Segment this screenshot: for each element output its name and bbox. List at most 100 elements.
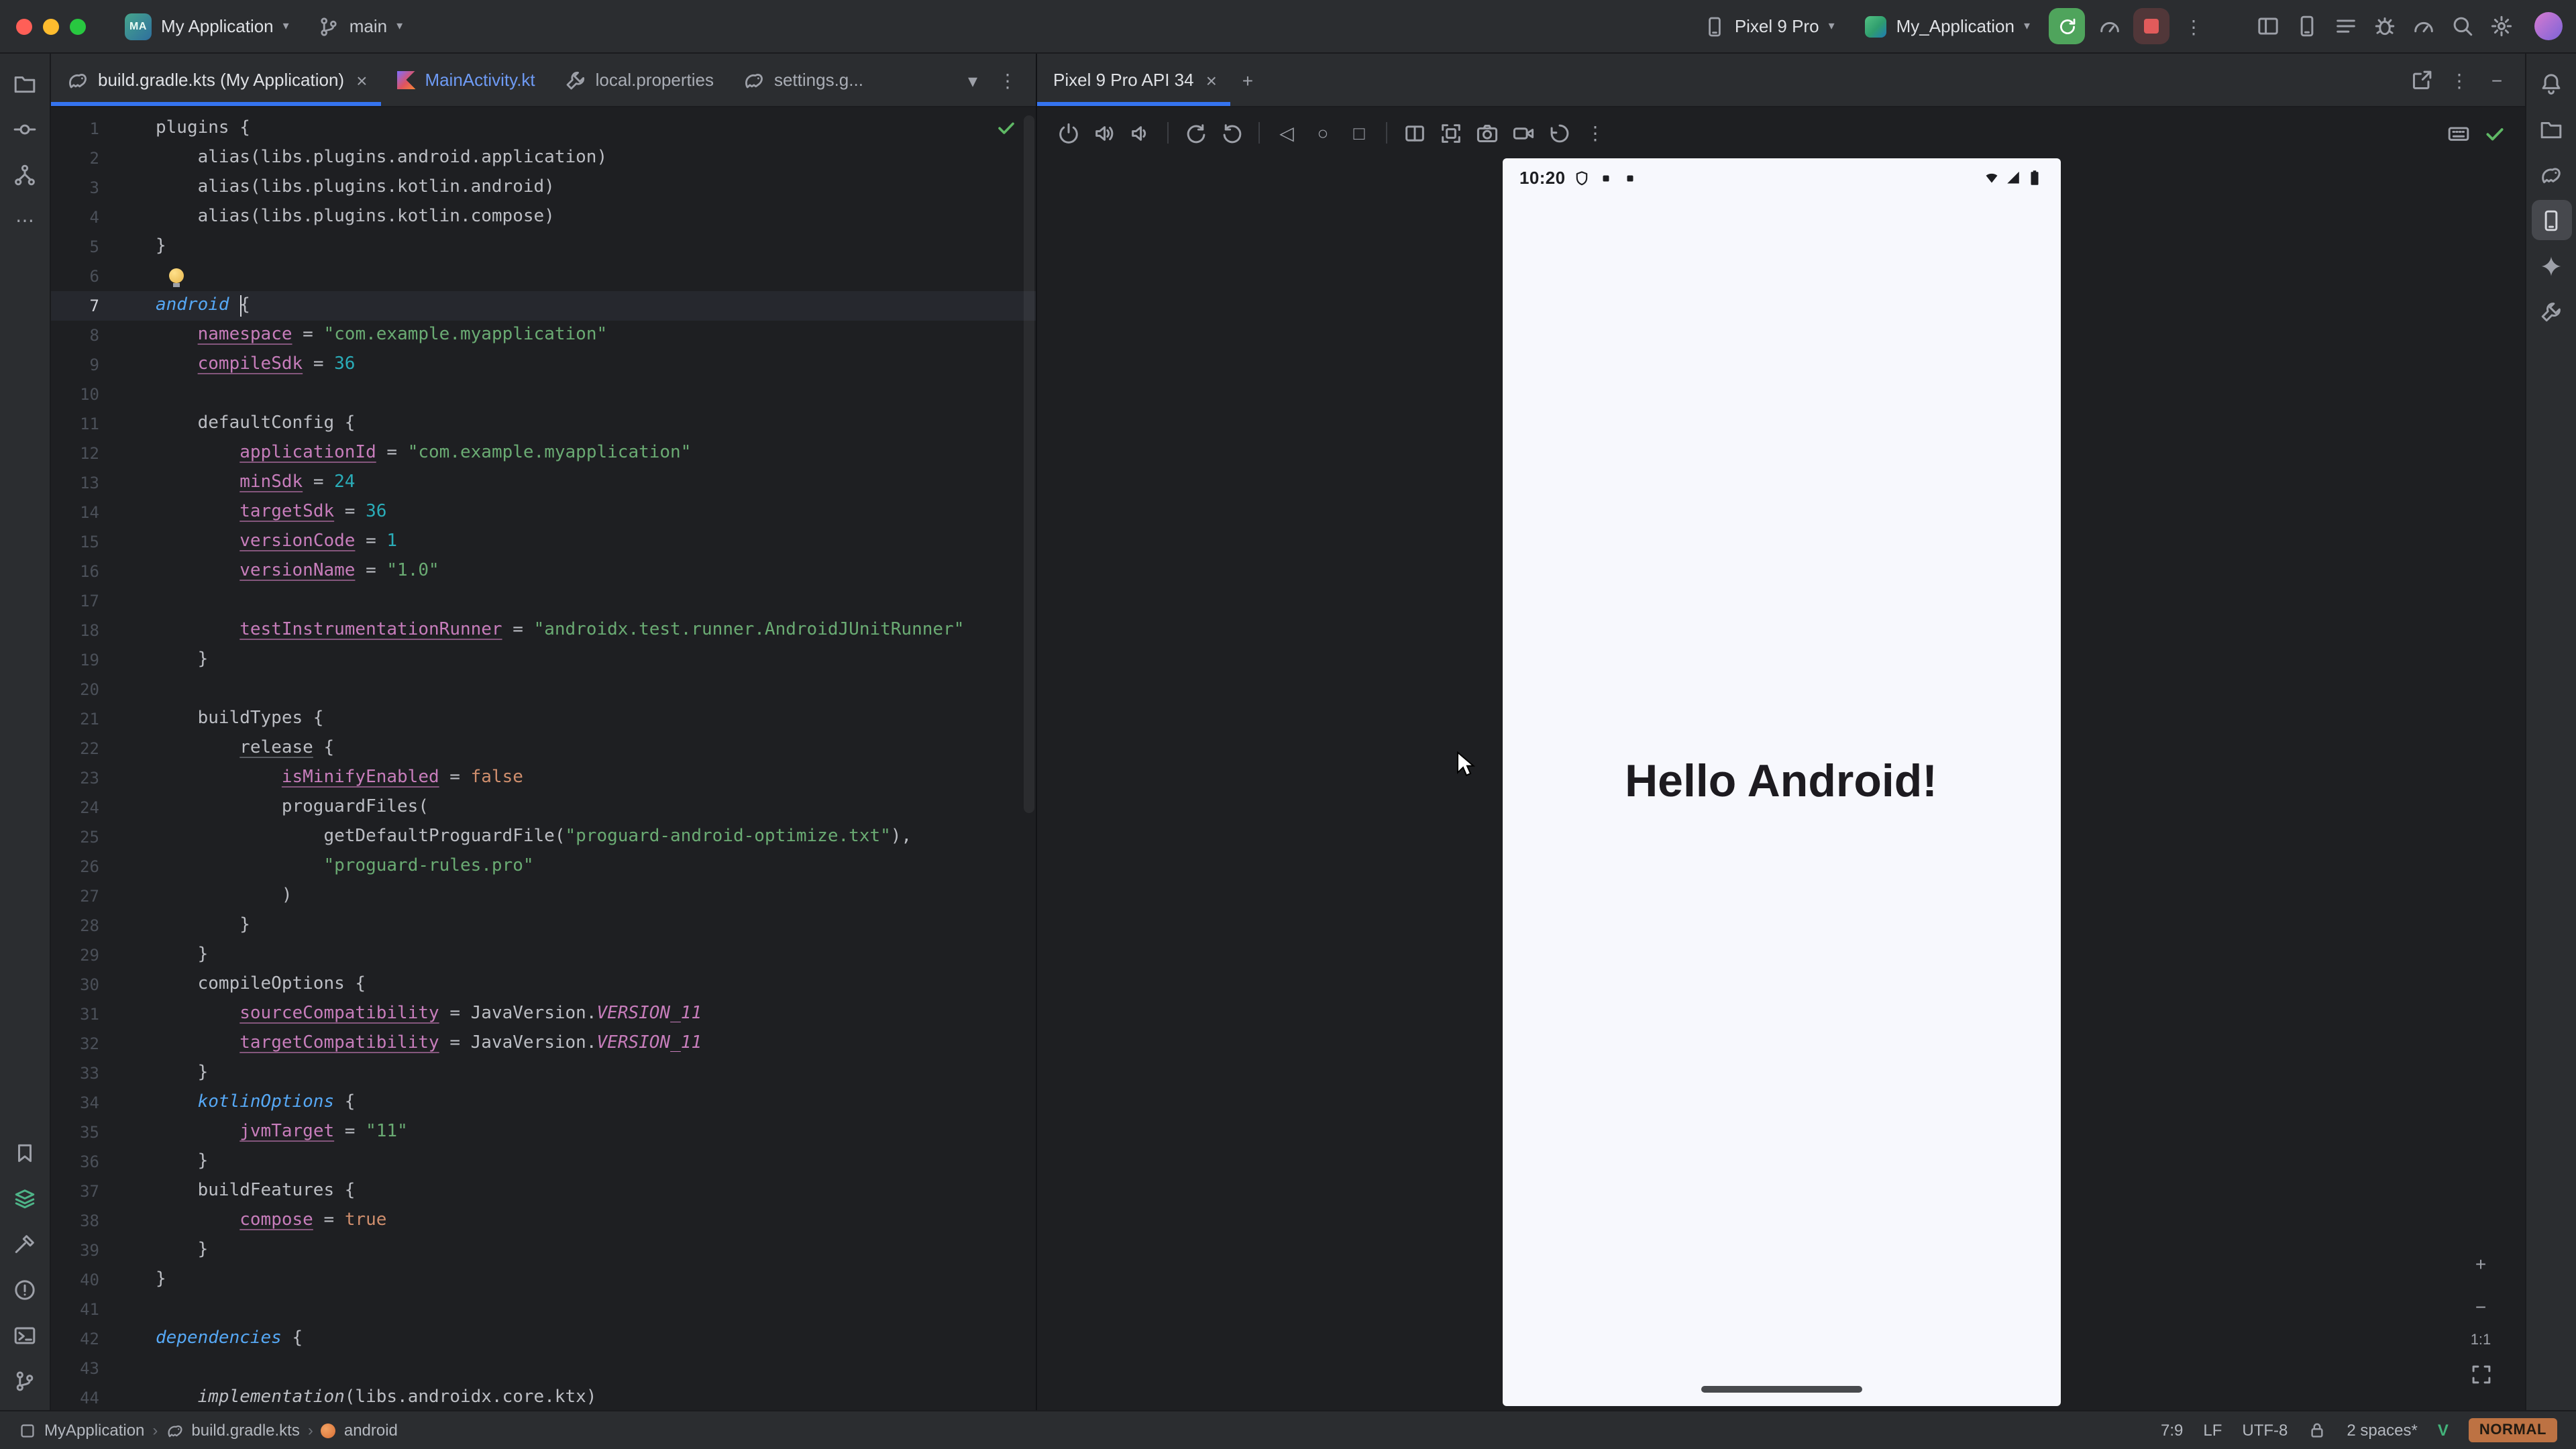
open-in-window-icon[interactable] xyxy=(2404,62,2439,97)
code-line[interactable]: 5} xyxy=(51,232,1036,262)
gesture-pill[interactable] xyxy=(1701,1386,1862,1393)
zoom-out-icon[interactable]: − xyxy=(2463,1289,2498,1324)
code-line[interactable]: 32 targetCompatibility = JavaVersion.VER… xyxy=(51,1029,1036,1059)
code-line[interactable]: 12 applicationId = "com.example.myapplic… xyxy=(51,439,1036,468)
tab-build-gradle-kts[interactable]: build.gradle.kts (My Application) × xyxy=(51,54,380,106)
code-line[interactable]: 34 kotlinOptions { xyxy=(51,1088,1036,1118)
running-devices-icon[interactable] xyxy=(2531,200,2571,240)
code-line[interactable]: 6 xyxy=(51,262,1036,291)
home-icon[interactable]: ○ xyxy=(1305,115,1340,150)
code-line[interactable]: 3 alias(libs.plugins.kotlin.android) xyxy=(51,173,1036,203)
code-line[interactable]: 10 xyxy=(51,380,1036,409)
line-separator[interactable]: LF xyxy=(2203,1421,2222,1440)
fold-icon[interactable] xyxy=(1397,115,1432,150)
hidden-tabs-icon[interactable]: ▾ xyxy=(955,62,990,97)
tab-running-device[interactable]: Pixel 9 Pro API 34 × xyxy=(1037,54,1230,106)
code-line[interactable]: 13 minSdk = 24 xyxy=(51,468,1036,498)
code-line[interactable]: 19 } xyxy=(51,645,1036,675)
tab-local-properties[interactable]: local.properties xyxy=(549,54,727,106)
rotate-right-icon[interactable] xyxy=(1214,115,1249,150)
code-line[interactable]: 15 versionCode = 1 xyxy=(51,527,1036,557)
branch-widget[interactable]: main ▾ xyxy=(307,9,415,44)
code-line[interactable]: 41 xyxy=(51,1295,1036,1324)
gradle-icon[interactable] xyxy=(2531,154,2571,195)
camera-icon[interactable] xyxy=(1469,115,1504,150)
profiler-icon[interactable] xyxy=(2406,9,2440,44)
code-line[interactable]: 9 compileSdk = 36 xyxy=(51,350,1036,380)
hardware-input-icon[interactable] xyxy=(2440,115,2475,150)
window-layout-icon[interactable] xyxy=(2250,9,2285,44)
code-line[interactable]: 26 "proguard-rules.pro" xyxy=(51,852,1036,881)
run-config-selector[interactable]: My_Application ▾ xyxy=(1854,9,2042,44)
code-line[interactable]: 27 ) xyxy=(51,881,1036,911)
record-icon[interactable] xyxy=(1505,115,1540,150)
quickfix-bulb-icon[interactable] xyxy=(169,268,184,283)
commit-icon[interactable] xyxy=(5,109,45,149)
snapshot-icon[interactable] xyxy=(1542,115,1576,150)
code-line[interactable]: 28 } xyxy=(51,911,1036,941)
hide-panel-icon[interactable]: − xyxy=(2479,62,2514,97)
code-line[interactable]: 8 namespace = "com.example.myapplication… xyxy=(51,321,1036,350)
code-line[interactable]: 25 getDefaultProguardFile("proguard-andr… xyxy=(51,822,1036,852)
minimize-window-button[interactable] xyxy=(43,18,59,34)
power-icon[interactable] xyxy=(1051,115,1085,150)
code-line[interactable]: 2 alias(libs.plugins.android.application… xyxy=(51,144,1036,173)
device-explorer-icon[interactable] xyxy=(2531,109,2571,149)
settings-icon[interactable] xyxy=(2483,9,2518,44)
code-line[interactable]: 29 } xyxy=(51,941,1036,970)
breadcrumb-project[interactable]: MyApplication xyxy=(44,1421,144,1440)
rerun-button[interactable] xyxy=(2049,8,2085,44)
inspections-ok-icon[interactable] xyxy=(996,117,1017,138)
readonly-lock-icon[interactable] xyxy=(2308,1421,2326,1440)
code-line[interactable]: 30 compileOptions { xyxy=(51,970,1036,1000)
panel-options-icon[interactable]: ⋮ xyxy=(2442,62,2477,97)
user-avatar[interactable] xyxy=(2534,12,2563,40)
device-manager-icon[interactable] xyxy=(2289,9,2324,44)
code-line[interactable]: 40} xyxy=(51,1265,1036,1295)
profiler-button[interactable] xyxy=(2092,9,2127,44)
rotate-left-icon[interactable] xyxy=(1178,115,1213,150)
caret-position[interactable]: 7:9 xyxy=(2161,1421,2183,1440)
code-line[interactable]: 44 implementation(libs.androidx.core.ktx… xyxy=(51,1383,1036,1410)
code-line[interactable]: 23 isMinifyEnabled = false xyxy=(51,763,1036,793)
close-tab-icon[interactable]: × xyxy=(356,69,367,91)
device-selector[interactable]: Pixel 9 Pro ▾ xyxy=(1692,9,1847,44)
tab-mainactivity-kt[interactable]: MainActivity.kt xyxy=(380,54,548,106)
code-line[interactable]: 4 alias(libs.plugins.kotlin.compose) xyxy=(51,203,1036,232)
code-line[interactable]: 22 release { xyxy=(51,734,1036,763)
volume-down-icon[interactable] xyxy=(1123,115,1158,150)
search-icon[interactable] xyxy=(2445,9,2479,44)
more-kebab-icon[interactable]: ⋮ xyxy=(1578,115,1613,150)
zoom-window-button[interactable] xyxy=(70,18,86,34)
bookmarks-icon[interactable] xyxy=(5,1132,45,1173)
code-line[interactable]: 17 xyxy=(51,586,1036,616)
code-line[interactable]: 36 } xyxy=(51,1147,1036,1177)
code-line[interactable]: 7android { xyxy=(51,291,1036,321)
status-check-icon[interactable] xyxy=(2477,115,2512,150)
vim-mode-badge[interactable]: NORMAL xyxy=(2469,1418,2557,1442)
assistant-icon[interactable] xyxy=(2531,291,2571,331)
terminal-icon[interactable] xyxy=(5,1315,45,1355)
file-encoding[interactable]: UTF-8 xyxy=(2242,1421,2288,1440)
code-line[interactable]: 33 } xyxy=(51,1059,1036,1088)
zoom-fit-icon[interactable] xyxy=(2463,1356,2498,1391)
ideavim-icon[interactable]: V xyxy=(2438,1421,2449,1440)
overview-icon[interactable]: □ xyxy=(1342,115,1377,150)
project-folder-icon[interactable] xyxy=(5,63,45,103)
structure-icon[interactable] xyxy=(5,154,45,195)
code-line[interactable]: 18 testInstrumentationRunner = "androidx… xyxy=(51,616,1036,645)
add-device-tab-icon[interactable]: + xyxy=(1230,62,1265,97)
breadcrumb-block[interactable]: android xyxy=(344,1421,398,1440)
code-line[interactable]: 42dependencies { xyxy=(51,1324,1036,1354)
more-horizontal-icon[interactable]: ⋯ xyxy=(5,200,45,240)
indent-info[interactable]: 2 spaces* xyxy=(2347,1421,2417,1440)
bug-report-icon[interactable] xyxy=(2367,9,2402,44)
code-line[interactable]: 24 proguardFiles( xyxy=(51,793,1036,822)
code-line[interactable]: 1plugins { xyxy=(51,114,1036,144)
more-actions-icon[interactable]: ⋮ xyxy=(2176,9,2211,44)
code-line[interactable]: 16 versionName = "1.0" xyxy=(51,557,1036,586)
back-icon[interactable]: ◁ xyxy=(1269,115,1304,150)
tab-settings-gradle[interactable]: settings.g... xyxy=(727,54,877,106)
dependencies-icon[interactable] xyxy=(5,1178,45,1218)
screenshot-icon[interactable] xyxy=(1433,115,1468,150)
